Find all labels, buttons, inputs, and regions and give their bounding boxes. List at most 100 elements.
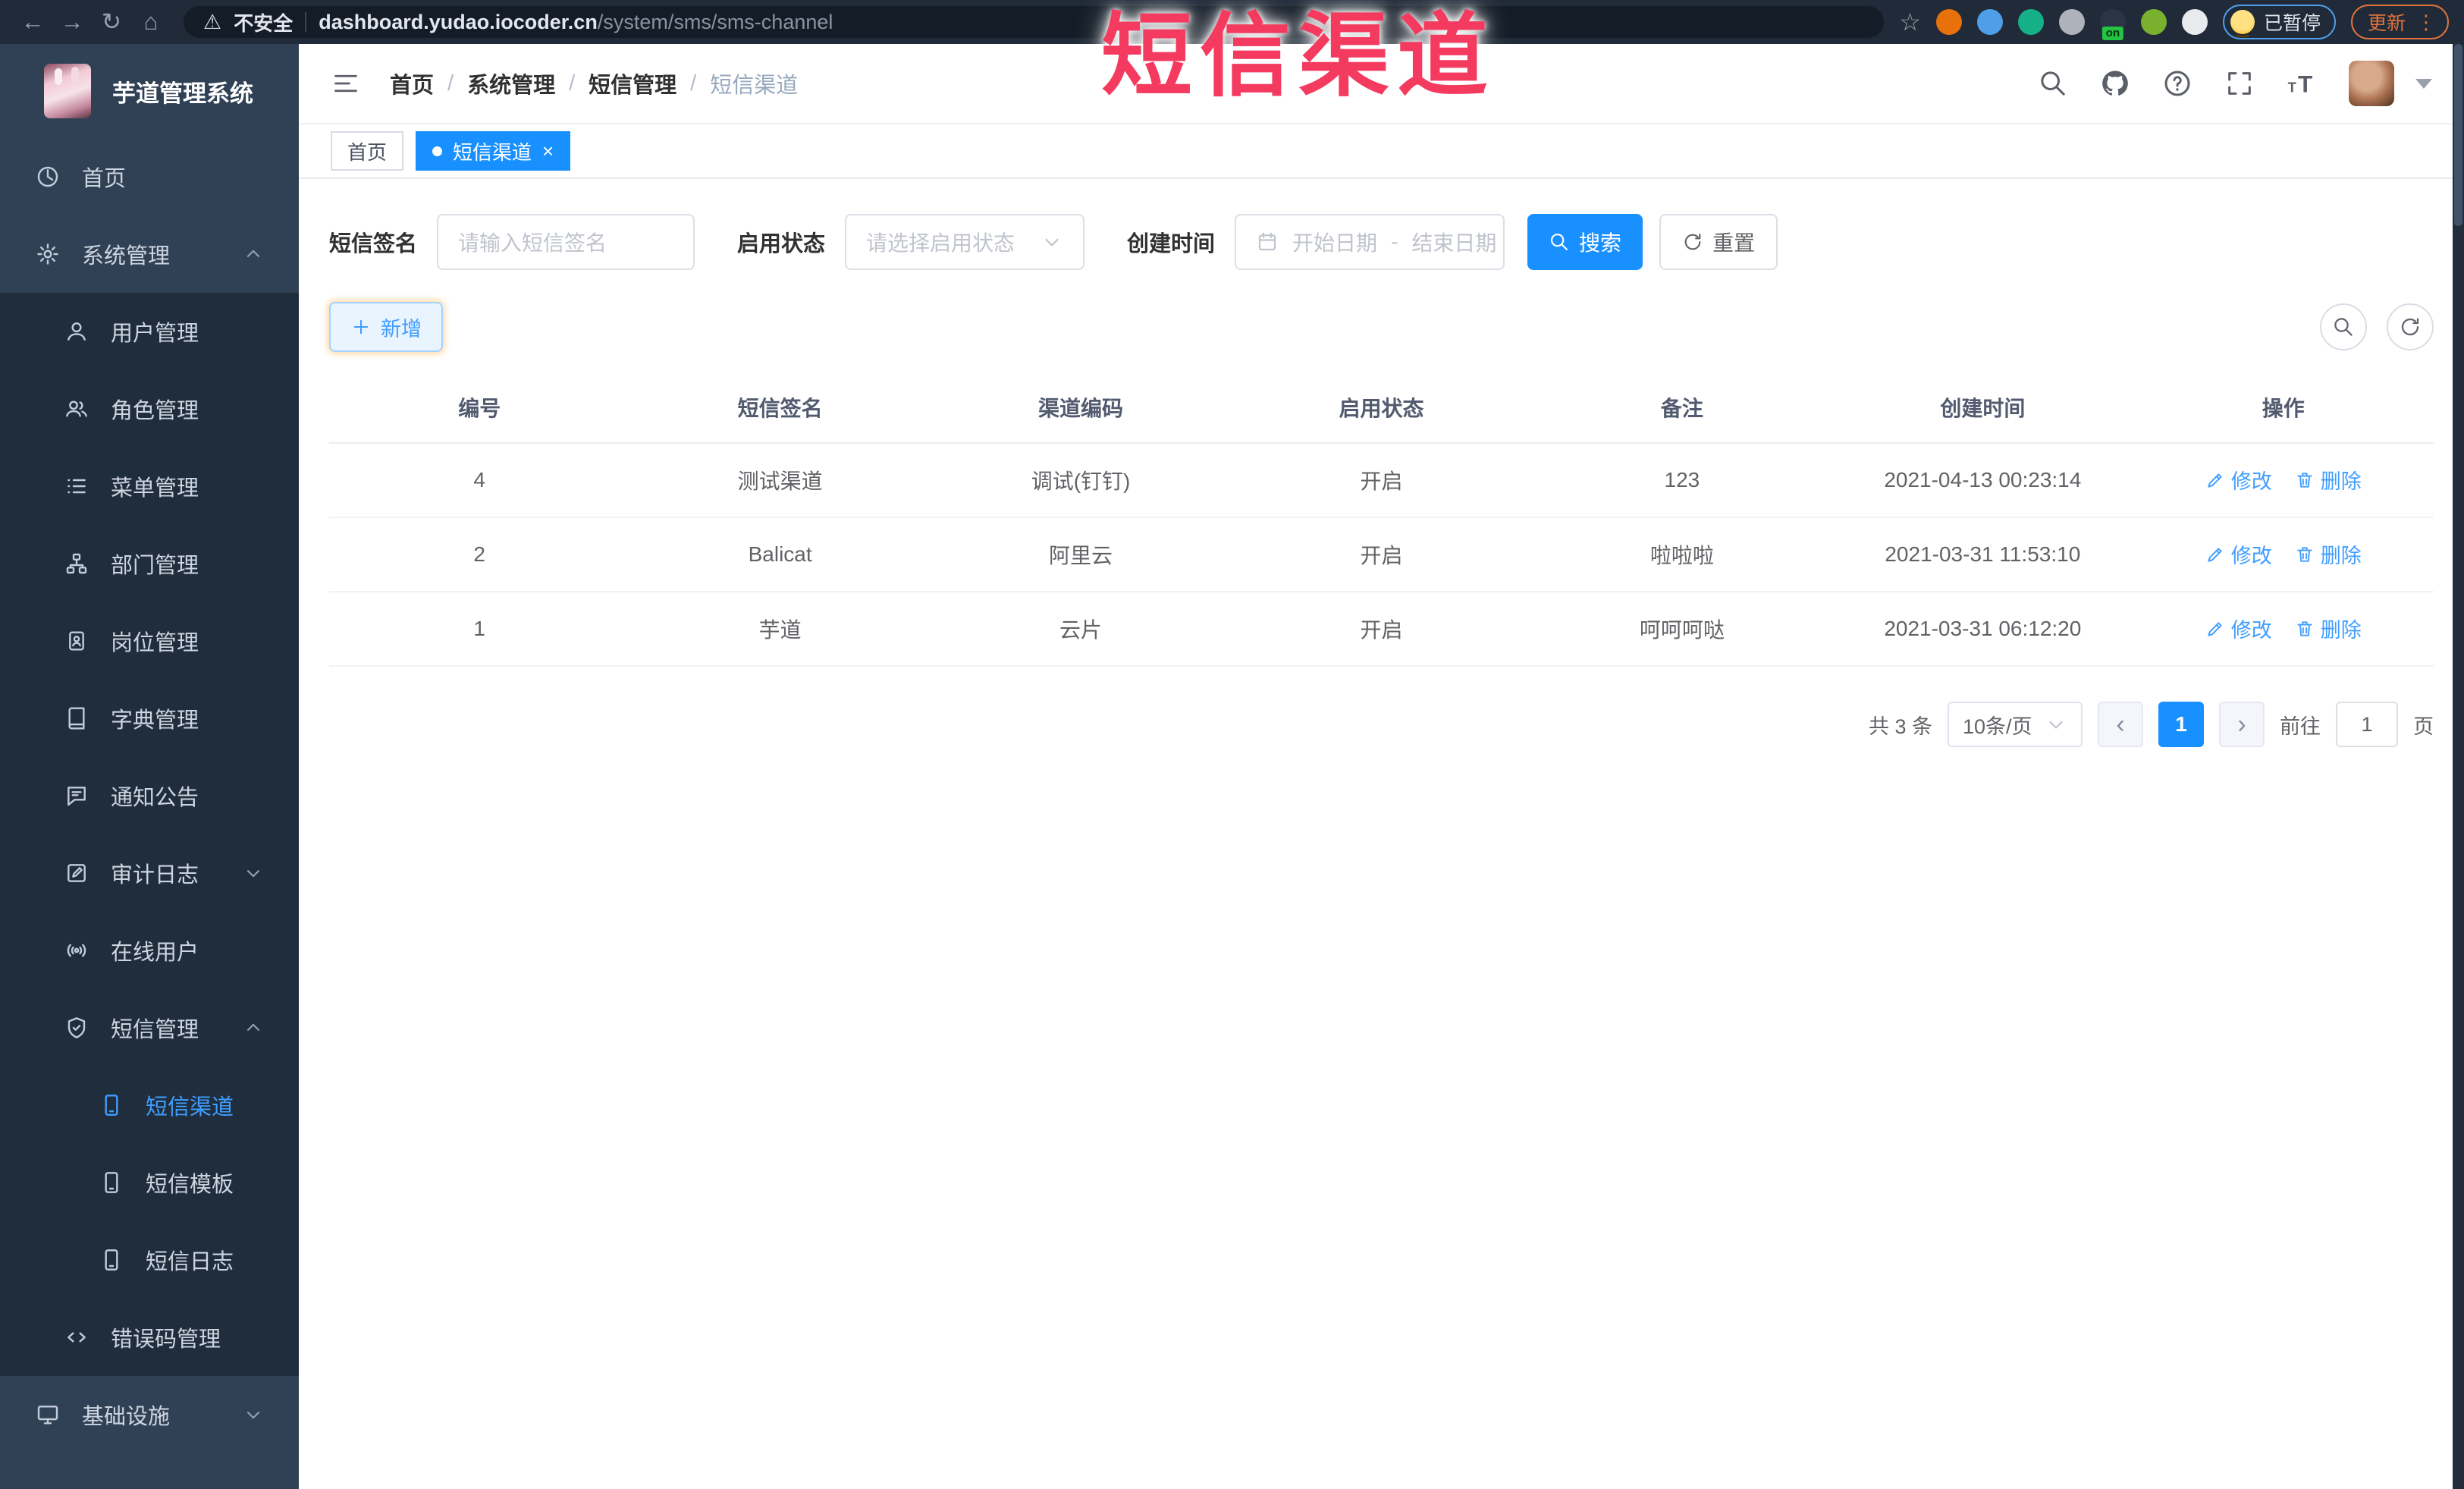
prev-page-button[interactable]: ‹ [2098, 702, 2143, 747]
sidebar-item-sms-template[interactable]: 短信模板 [0, 1144, 299, 1221]
edit-icon [2205, 619, 2225, 639]
edit-link[interactable]: 修改 [2205, 465, 2272, 495]
sidebar-item-label: 系统管理 [82, 244, 171, 269]
dashboard-icon [33, 165, 62, 189]
refresh-icon [2399, 316, 2422, 338]
delete-icon [2295, 619, 2315, 639]
cell-actions: 修改 删除 [2133, 443, 2434, 518]
cell-created: 2021-03-31 06:12:20 [1832, 592, 2133, 667]
grid-extension-icon[interactable] [2058, 9, 2085, 35]
cell-code: 调试(钉钉) [930, 443, 1232, 518]
font-size-icon[interactable]: TT [2287, 68, 2317, 99]
edit-icon [2205, 470, 2225, 490]
delete-icon [2295, 470, 2315, 490]
sidebar-item-label: 短信日志 [146, 1250, 234, 1274]
security-label: 不安全 [234, 11, 293, 35]
sidebar-item-sms-mgmt[interactable]: 短信管理 [0, 989, 299, 1066]
delete-link[interactable]: 删除 [2295, 465, 2362, 495]
reload-button[interactable]: ↻ [94, 5, 129, 39]
puzzle-extension-icon[interactable] [2181, 9, 2208, 35]
sidebar-item-error-code[interactable]: 错误码管理 [0, 1299, 299, 1376]
sidebar-item-label: 审计日志 [111, 863, 199, 887]
sidebar-item-home[interactable]: 首页 [0, 138, 299, 215]
help-icon[interactable] [2162, 68, 2192, 99]
search-icon [2332, 316, 2355, 338]
breadcrumb-item[interactable]: 首页 [390, 68, 434, 99]
edit-link[interactable]: 修改 [2205, 614, 2272, 643]
cell-code: 云片 [930, 592, 1232, 667]
sidebar-item-infrastructure[interactable]: 基础设施 [0, 1376, 299, 1453]
sign-input[interactable]: 请输入短信签名 [437, 214, 695, 270]
sidebar-item-sms-log[interactable]: 短信日志 [0, 1221, 299, 1299]
delete-link[interactable]: 删除 [2295, 539, 2362, 569]
gear-icon [33, 242, 62, 266]
sidebar-item-menu-mgmt[interactable]: 菜单管理 [0, 448, 299, 525]
audit-log-icon [62, 861, 91, 885]
sidebar-item-audit-log[interactable]: 审计日志 [0, 834, 299, 912]
sidebar-item-label: 通知公告 [111, 786, 199, 810]
app-logo[interactable]: 芋道管理系统 [0, 44, 299, 138]
sidebar-item-post-mgmt[interactable]: 岗位管理 [0, 602, 299, 680]
leaf-extension-icon[interactable] [2140, 9, 2167, 35]
hamburger-icon[interactable] [331, 70, 361, 97]
tags-view-bar: 首页 短信渠道 × [299, 124, 2464, 179]
browser-menu-icon[interactable]: ⋮ [2416, 11, 2437, 34]
sidebar-item-dept-mgmt[interactable]: 部门管理 [0, 525, 299, 602]
sidebar-item-sms-channel[interactable]: 短信渠道 [0, 1066, 299, 1144]
close-icon[interactable]: × [542, 141, 554, 161]
check-extension-icon[interactable] [2017, 9, 2044, 35]
dark-extension-icon[interactable]: on [2099, 9, 2126, 40]
orange-extension-icon[interactable] [1935, 9, 1962, 35]
search-button[interactable]: 搜索 [1527, 214, 1643, 270]
add-button[interactable]: 新增 [329, 302, 443, 352]
cell-created: 2021-04-13 00:23:14 [1832, 443, 2133, 518]
sidebar-item-system-mgmt[interactable]: 系统管理 [0, 215, 299, 293]
sidebar-item-dict-mgmt[interactable]: 字典管理 [0, 680, 299, 757]
github-icon[interactable] [2100, 68, 2130, 99]
breadcrumb-item[interactable]: 短信管理 [589, 68, 676, 99]
reset-button[interactable]: 重置 [1659, 214, 1778, 270]
bookmark-star-icon[interactable]: ☆ [1899, 8, 1921, 36]
home-button[interactable]: ⌂ [133, 5, 168, 39]
browser-update-button[interactable]: 更新 ⋮ [2350, 5, 2449, 39]
breadcrumb-item[interactable]: 系统管理 [467, 68, 555, 99]
scrollbar-thumb[interactable] [2454, 44, 2462, 226]
address-bar[interactable]: ⚠ 不安全 dashboard.yudao.iocoder.cn/system/… [184, 6, 1885, 38]
total-count: 共 3 条 [1868, 715, 1932, 738]
url-host: dashboard.yudao.iocoder.cn [319, 10, 598, 33]
cell-sign: 芋道 [629, 592, 931, 667]
column-header: 渠道编码 [930, 372, 1232, 444]
date-range-picker[interactable]: 开始日期 - 结束日期 [1235, 214, 1505, 270]
location-extension-icon[interactable] [1976, 9, 2003, 35]
sidebar-item-online-user[interactable]: 在线用户 [0, 912, 299, 989]
goto-page-input[interactable]: 1 [2336, 702, 2398, 747]
delete-link[interactable]: 删除 [2295, 614, 2362, 643]
tag-home[interactable]: 首页 [331, 131, 404, 171]
delete-label: 删除 [2320, 470, 2362, 494]
tag-sms-channel[interactable]: 短信渠道 × [416, 131, 571, 171]
cell-code: 阿里云 [930, 517, 1232, 592]
sidebar-item-label: 短信管理 [111, 1018, 199, 1042]
sidebar-item-role-mgmt[interactable]: 角色管理 [0, 370, 299, 448]
search-icon[interactable] [2038, 68, 2068, 99]
goto-label: 前往 [2280, 715, 2321, 738]
sidebar-item-user-mgmt[interactable]: 用户管理 [0, 293, 299, 370]
refresh-table-button[interactable] [2387, 303, 2434, 350]
edit-link[interactable]: 修改 [2205, 539, 2272, 569]
page-1-button[interactable]: 1 [2158, 702, 2204, 747]
fullscreen-icon[interactable] [2224, 68, 2255, 99]
pagination: 共 3 条 10条/页 ‹ 1 › 前往 1 页 [329, 702, 2434, 747]
app-title: 芋道管理系统 [112, 80, 253, 107]
sidebar-item-notice[interactable]: 通知公告 [0, 757, 299, 834]
back-button[interactable]: ← [15, 5, 50, 39]
forward-button[interactable]: → [55, 5, 89, 39]
next-page-button[interactable]: › [2219, 702, 2265, 747]
chevron-down-icon[interactable] [2415, 78, 2432, 89]
user-avatar[interactable] [2349, 61, 2394, 106]
status-select[interactable]: 请选择启用状态 [845, 214, 1085, 270]
page-scrollbar[interactable] [2453, 44, 2464, 1489]
page-size-select[interactable]: 10条/页 [1948, 702, 2083, 747]
paused-extension-badge[interactable]: 已暂停 [2222, 5, 2336, 39]
toggle-search-button[interactable] [2320, 303, 2367, 350]
cell-id: 4 [329, 443, 630, 518]
